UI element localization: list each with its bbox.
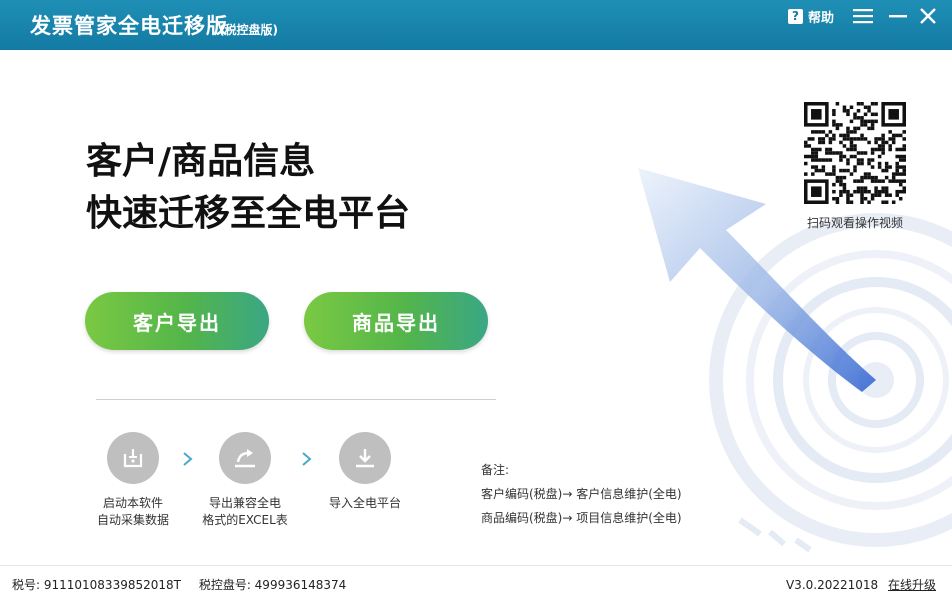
window-controls: ? 帮助	[787, 6, 938, 26]
import-download-icon	[339, 432, 391, 484]
step-label-line: 格式的EXCEL表	[202, 513, 288, 527]
headline-line-2: 快速迁移至全电平台	[86, 193, 411, 234]
online-upgrade-link[interactable]: 在线升级	[888, 578, 936, 592]
step-label: 导出兼容全电 格式的EXCEL表	[190, 495, 300, 529]
title-bar: 发票管家全电迁移版 (税控盘版) ? 帮助	[0, 0, 952, 50]
help-label: 帮助	[807, 10, 834, 26]
status-bar: 税号: 91110108339852018T 税控盘号: 49993614837…	[0, 565, 952, 602]
version-info: V3.0.20221018 在线升级	[786, 576, 936, 593]
tax-id: 税号: 91110108339852018T	[12, 578, 181, 592]
qr-caption: 扫码观看操作视频	[806, 216, 903, 230]
main-panel: 客户/商品信息 快速迁移至全电平台 扫码观看操作视频 客户导出 商品导出 启动本…	[0, 50, 952, 565]
menu-icon[interactable]	[852, 6, 874, 26]
qr-code-icon[interactable]	[804, 102, 906, 204]
version-number: V3.0.20221018	[785, 578, 879, 592]
divider	[96, 399, 496, 400]
tax-info: 税号: 91110108339852018T 税控盘号: 49993614837…	[12, 576, 360, 593]
start-app-icon	[107, 432, 159, 484]
step-label-line: 导入全电平台	[328, 496, 401, 510]
product-export-button[interactable]: 商品导出	[304, 292, 488, 350]
notes: 备注: 客户编码(税盘)→ 客户信息维护(全电) 商品编码(税盘)→ 项目信息维…	[481, 458, 682, 530]
headline-line-1: 客户/商品信息	[86, 141, 316, 182]
headline: 客户/商品信息 快速迁移至全电平台	[86, 136, 410, 240]
step-label-line: 自动采集数据	[96, 513, 169, 527]
step-start-app: 启动本软件 自动采集数据	[78, 432, 188, 529]
disk-id: 税控盘号: 499936148374	[198, 578, 347, 592]
minimize-icon[interactable]	[888, 6, 908, 26]
step-label: 导入全电平台	[310, 495, 420, 512]
close-icon[interactable]	[918, 6, 938, 26]
step-export-excel: 导出兼容全电 格式的EXCEL表	[190, 432, 300, 529]
help-button[interactable]: ? 帮助	[787, 7, 834, 26]
qr-block: 扫码观看操作视频	[793, 102, 917, 231]
step-import-platform: 导入全电平台	[310, 432, 420, 512]
app-subtitle: (税控盘版)	[219, 23, 278, 37]
notes-heading: 备注:	[481, 463, 510, 477]
export-share-icon	[219, 432, 271, 484]
notes-line: 商品编码(税盘)→ 项目信息维护(全电)	[481, 511, 682, 525]
notes-line: 客户编码(税盘)→ 客户信息维护(全电)	[481, 487, 682, 501]
help-icon: ?	[787, 8, 803, 24]
step-label-line: 导出兼容全电	[208, 496, 281, 510]
step-label: 启动本软件 自动采集数据	[78, 495, 188, 529]
customer-export-button[interactable]: 客户导出	[85, 292, 269, 350]
step-label-line: 启动本软件	[102, 496, 163, 510]
app-title: 发票管家全电迁移版	[30, 14, 228, 38]
